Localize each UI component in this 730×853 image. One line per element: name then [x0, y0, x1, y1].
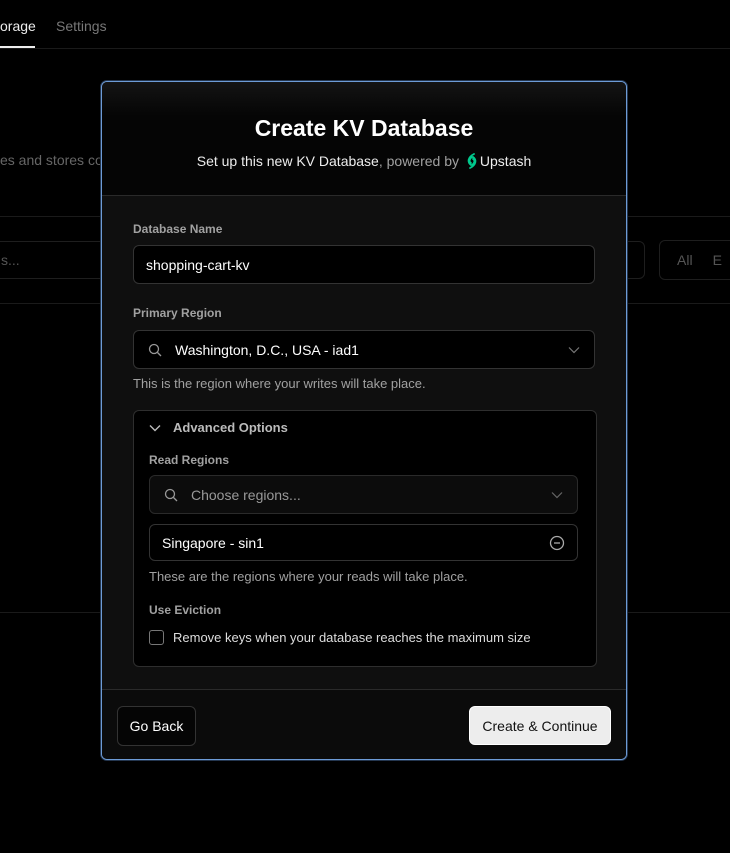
- chevron-down-icon: [551, 491, 563, 498]
- remove-circle-icon[interactable]: [549, 535, 565, 551]
- advanced-options-panel: Advanced Options Read Regions Choose reg…: [133, 410, 597, 667]
- create-kv-modal: Create KV Database Set up this new KV Da…: [101, 81, 627, 760]
- read-regions-help: These are the regions where your reads w…: [149, 569, 468, 584]
- selected-region-value: Singapore - sin1: [162, 534, 264, 551]
- eviction-label: Use Eviction: [149, 603, 222, 617]
- subtitle-main: Set up this new KV Database: [196, 153, 379, 169]
- go-back-button[interactable]: Go Back: [117, 706, 196, 746]
- filter-group: All E: [659, 240, 730, 280]
- search-icon: [148, 343, 162, 356]
- chevron-down-icon: [149, 424, 161, 431]
- eviction-checkbox[interactable]: [149, 630, 164, 645]
- tab-settings[interactable]: Settings: [56, 18, 107, 34]
- selected-region-item: Singapore - sin1: [149, 524, 578, 561]
- modal-footer: Go Back Create & Continue: [102, 689, 626, 759]
- chevron-down-icon: [568, 346, 580, 353]
- primary-region-help: This is the region where your writes wil…: [133, 376, 426, 391]
- provider-name: Upstash: [479, 153, 532, 169]
- search-icon: [164, 488, 178, 501]
- database-name-label: Database Name: [133, 222, 223, 236]
- primary-region-label: Primary Region: [133, 306, 222, 320]
- tabs-divider: [0, 48, 730, 49]
- filter-e[interactable]: E: [713, 252, 722, 279]
- read-regions-select[interactable]: Choose regions...: [149, 475, 578, 514]
- eviction-checkbox-label: Remove keys when your database reaches t…: [173, 630, 531, 645]
- search-placeholder: s...: [1, 252, 20, 268]
- modal-title: Create KV Database: [254, 115, 474, 141]
- subtitle-powered: , powered by: [378, 153, 460, 169]
- read-regions-label: Read Regions: [149, 453, 230, 467]
- tab-storage[interactable]: orage: [0, 18, 36, 34]
- database-name-input[interactable]: shopping-cart-kv: [133, 245, 595, 284]
- filter-all[interactable]: All: [677, 252, 693, 279]
- modal-header: Create KV Database Set up this new KV Da…: [102, 82, 626, 196]
- database-name-value: shopping-cart-kv: [146, 256, 250, 273]
- create-continue-button[interactable]: Create & Continue: [469, 706, 611, 745]
- modal-subtitle: Set up this new KV Database, powered by …: [102, 153, 626, 169]
- upstash-logo-icon: [467, 153, 477, 169]
- eviction-checkbox-row[interactable]: Remove keys when your database reaches t…: [149, 630, 531, 645]
- primary-region-select[interactable]: Washington, D.C., USA - iad1: [133, 330, 595, 369]
- advanced-options-label: Advanced Options: [173, 420, 288, 435]
- page-description: es and stores co: [0, 152, 103, 168]
- read-regions-placeholder: Choose regions...: [191, 486, 301, 503]
- primary-region-value: Washington, D.C., USA - iad1: [175, 341, 359, 358]
- advanced-options-toggle[interactable]: Advanced Options: [149, 420, 288, 435]
